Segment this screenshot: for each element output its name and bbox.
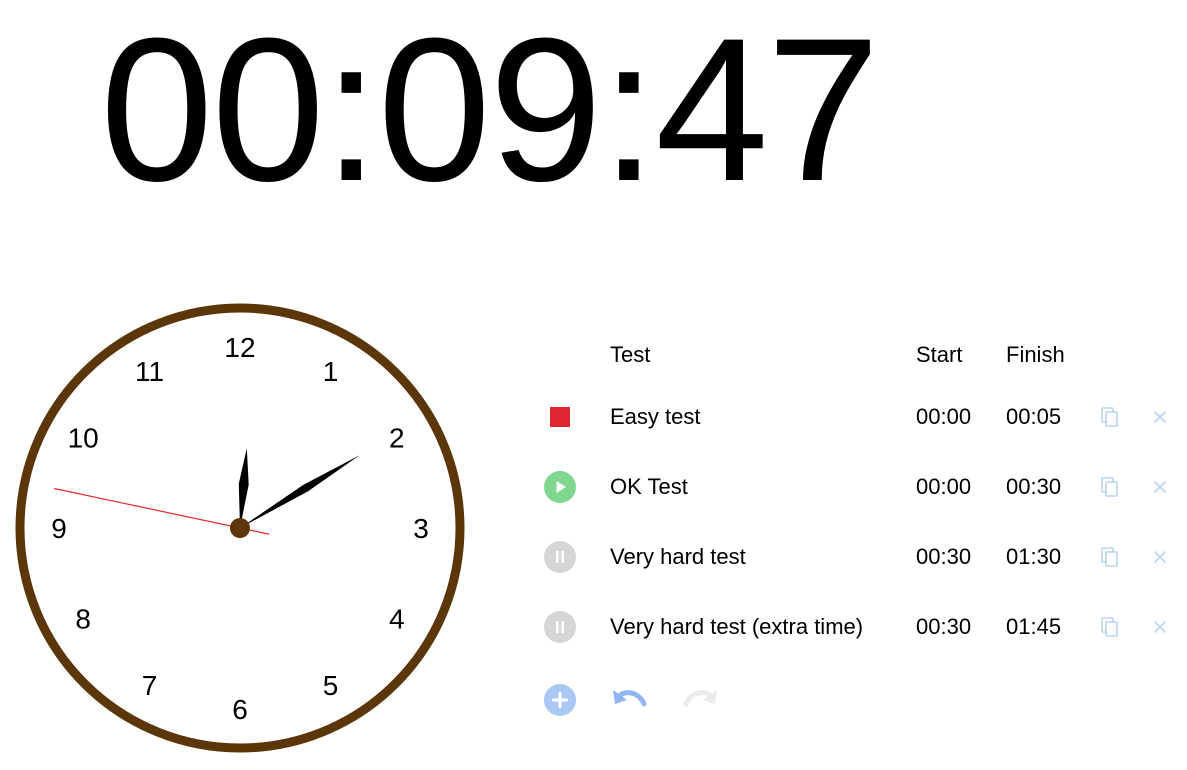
clock-number: 6 bbox=[232, 694, 248, 725]
copy-icon bbox=[1101, 477, 1118, 497]
clock-number: 7 bbox=[142, 670, 158, 701]
duplicate-test-button[interactable] bbox=[1100, 546, 1120, 568]
test-start-time[interactable]: 00:00 bbox=[916, 404, 971, 430]
copy-icon bbox=[1101, 617, 1118, 637]
stop-button[interactable] bbox=[544, 401, 576, 433]
test-row: OK Test 00:00 00:30 bbox=[530, 462, 1180, 512]
test-finish-time[interactable]: 00:30 bbox=[1006, 474, 1061, 500]
column-header-test: Test bbox=[610, 342, 651, 367]
test-name[interactable]: Very hard test bbox=[610, 544, 746, 570]
close-icon bbox=[1154, 481, 1166, 493]
redo-button[interactable] bbox=[680, 682, 720, 718]
analog-clock: 12 1 2 3 4 5 6 7 8 9 10 11 bbox=[14, 302, 466, 754]
pause-button[interactable] bbox=[544, 611, 576, 643]
test-start-time[interactable]: 00:30 bbox=[916, 544, 971, 570]
delete-test-button[interactable] bbox=[1150, 406, 1170, 428]
undo-icon bbox=[613, 690, 647, 707]
copy-icon bbox=[1101, 407, 1118, 427]
delete-test-button[interactable] bbox=[1150, 616, 1170, 638]
close-icon bbox=[1154, 411, 1166, 423]
play-circle-icon bbox=[544, 471, 576, 503]
clock-face: 121234567891011 bbox=[15, 303, 465, 753]
add-test-button[interactable] bbox=[540, 682, 580, 718]
test-name[interactable]: OK Test bbox=[610, 474, 688, 500]
close-icon bbox=[1154, 621, 1166, 633]
delete-test-button[interactable] bbox=[1150, 476, 1170, 498]
pause-circle-icon bbox=[544, 541, 576, 573]
test-name[interactable]: Easy test bbox=[610, 404, 700, 430]
delete-test-button[interactable] bbox=[1150, 546, 1170, 568]
test-name[interactable]: Very hard test (extra time) bbox=[610, 614, 863, 640]
clock-number: 11 bbox=[135, 356, 164, 387]
play-button[interactable] bbox=[544, 471, 576, 503]
duplicate-test-button[interactable] bbox=[1100, 476, 1120, 498]
plus-circle-icon bbox=[544, 684, 576, 716]
test-row: Easy test 00:00 00:05 bbox=[530, 392, 1180, 442]
test-finish-time[interactable]: 01:30 bbox=[1006, 544, 1061, 570]
clock-number: 12 bbox=[224, 332, 255, 363]
pause-button[interactable] bbox=[544, 541, 576, 573]
undo-button[interactable] bbox=[610, 682, 650, 718]
clock-number: 2 bbox=[389, 423, 405, 454]
column-header-start: Start bbox=[916, 342, 963, 367]
duplicate-test-button[interactable] bbox=[1100, 406, 1120, 428]
pause-circle-icon bbox=[544, 611, 576, 643]
clock-number: 8 bbox=[75, 604, 91, 635]
timer-app: 00:09:47 12 1 2 3 4 5 6 7 8 9 10 11 Test Start Fini… bbox=[0, 0, 1187, 770]
elapsed-time-display: 00:09:47 bbox=[100, 0, 880, 224]
test-start-time[interactable]: 00:30 bbox=[916, 614, 971, 640]
duplicate-test-button[interactable] bbox=[1100, 616, 1120, 638]
test-row: Very hard test 00:30 01:30 bbox=[530, 532, 1180, 582]
test-finish-time[interactable]: 00:05 bbox=[1006, 404, 1061, 430]
clock-number: 5 bbox=[323, 670, 339, 701]
test-row: Very hard test (extra time) 00:30 01:45 bbox=[530, 602, 1180, 652]
test-start-time[interactable]: 00:00 bbox=[916, 474, 971, 500]
clock-number: 10 bbox=[68, 423, 99, 454]
clock-hub bbox=[230, 518, 250, 538]
clock-number: 1 bbox=[323, 356, 339, 387]
clock-number: 4 bbox=[389, 604, 405, 635]
clock-number: 3 bbox=[413, 513, 429, 544]
close-icon bbox=[1154, 551, 1166, 563]
redo-icon bbox=[683, 690, 717, 707]
test-finish-time[interactable]: 01:45 bbox=[1006, 614, 1061, 640]
clock-number: 9 bbox=[51, 513, 67, 544]
copy-icon bbox=[1101, 547, 1118, 567]
column-header-finish: Finish bbox=[1006, 342, 1065, 367]
stop-square-icon bbox=[550, 407, 570, 427]
